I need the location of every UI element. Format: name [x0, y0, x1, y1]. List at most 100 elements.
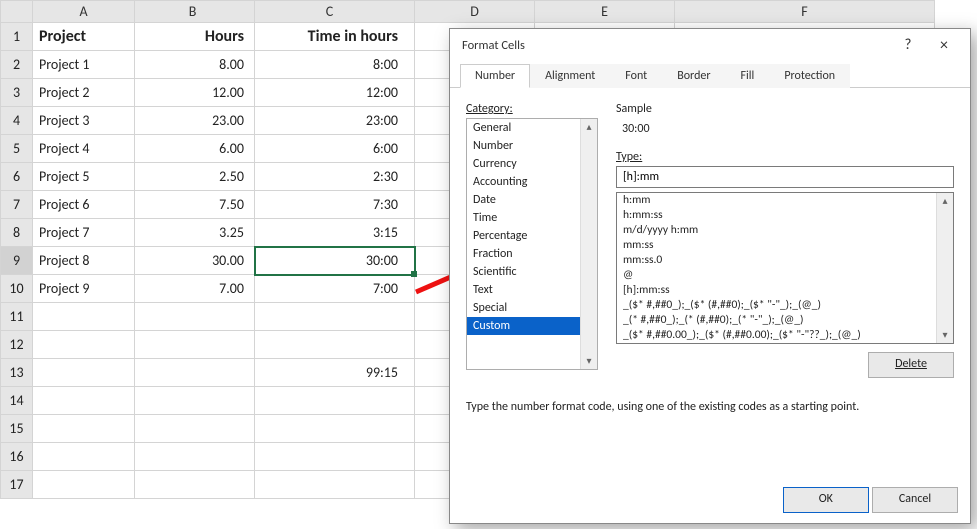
cell[interactable]: 2.50 [135, 163, 255, 191]
cell[interactable]: Project 9 [33, 275, 135, 303]
cell[interactable] [135, 331, 255, 359]
list-item[interactable]: Percentage [467, 227, 597, 245]
tab-alignment[interactable]: Alignment [530, 64, 610, 88]
cell[interactable]: 3.25 [135, 219, 255, 247]
row-header[interactable]: 7 [1, 191, 33, 219]
row-header[interactable]: 14 [1, 387, 33, 415]
row-header[interactable]: 1 [1, 23, 33, 51]
row-header[interactable]: 10 [1, 275, 33, 303]
cell[interactable]: Project 7 [33, 219, 135, 247]
help-icon[interactable]: ? [890, 36, 926, 54]
cell[interactable]: 8:00 [255, 51, 415, 79]
scrollbar[interactable] [936, 193, 953, 343]
cell[interactable]: 7.00 [135, 275, 255, 303]
cell[interactable]: Project 6 [33, 191, 135, 219]
cell[interactable]: 7:30 [255, 191, 415, 219]
list-item[interactable]: mm:ss [617, 238, 953, 253]
scrollbar[interactable] [580, 119, 597, 369]
cell[interactable]: 12:00 [255, 79, 415, 107]
cell[interactable] [255, 443, 415, 471]
col-header-a[interactable]: A [33, 1, 135, 23]
col-header-d[interactable]: D [415, 1, 535, 23]
cell[interactable] [33, 415, 135, 443]
list-item[interactable]: Number [467, 137, 597, 155]
cell[interactable]: 7:00 [255, 275, 415, 303]
tab-font[interactable]: Font [610, 64, 662, 88]
cell[interactable] [255, 387, 415, 415]
category-listbox[interactable]: General Number Currency Accounting Date … [466, 118, 598, 370]
row-header[interactable]: 12 [1, 331, 33, 359]
cell[interactable]: Project 3 [33, 107, 135, 135]
cell[interactable] [255, 471, 415, 499]
cell[interactable]: Hours [135, 23, 255, 51]
list-item[interactable]: _($* #,##0_);_($* (#,##0);_($* "-"_);_(@… [617, 298, 953, 313]
list-item[interactable]: Accounting [467, 173, 597, 191]
list-item[interactable]: mm:ss.0 [617, 253, 953, 268]
cell[interactable] [33, 303, 135, 331]
row-header[interactable]: 11 [1, 303, 33, 331]
list-item[interactable]: @ [617, 268, 953, 283]
cell[interactable]: 7.50 [135, 191, 255, 219]
col-header-c[interactable]: C [255, 1, 415, 23]
cell[interactable] [255, 415, 415, 443]
row-header[interactable]: 16 [1, 443, 33, 471]
active-cell[interactable]: 30:00 [255, 247, 415, 275]
cell[interactable]: 12.00 [135, 79, 255, 107]
cell[interactable]: 99:15 [255, 359, 415, 387]
close-icon[interactable]: × [926, 36, 962, 55]
cell[interactable] [135, 443, 255, 471]
cell[interactable]: 23:00 [255, 107, 415, 135]
list-item[interactable]: _($* #,##0.00_);_($* (#,##0.00);_($* "-"… [617, 328, 953, 343]
list-item[interactable]: Fraction [467, 245, 597, 263]
list-item[interactable]: h:mm [617, 193, 953, 208]
cell[interactable]: Project [33, 23, 135, 51]
col-header-f[interactable]: F [675, 1, 935, 23]
cell[interactable] [255, 331, 415, 359]
list-item[interactable]: h:mm:ss [617, 208, 953, 223]
cell[interactable]: 30.00 [135, 247, 255, 275]
list-item[interactable]: Special [467, 299, 597, 317]
row-header[interactable]: 8 [1, 219, 33, 247]
list-item[interactable]: _(* #,##0.00_);_(* (#,##0.00);_(* "-"??_… [617, 343, 953, 344]
cell[interactable]: 3:15 [255, 219, 415, 247]
delete-button[interactable]: Delete [868, 352, 954, 378]
cell[interactable] [135, 303, 255, 331]
list-item[interactable]: Date [467, 191, 597, 209]
cell[interactable] [135, 415, 255, 443]
row-header[interactable]: 9 [1, 247, 33, 275]
type-listbox[interactable]: h:mm h:mm:ss m/d/yyyy h:mm mm:ss mm:ss.0… [616, 192, 954, 344]
cell[interactable]: 2:30 [255, 163, 415, 191]
row-header[interactable]: 6 [1, 163, 33, 191]
cell[interactable]: 6.00 [135, 135, 255, 163]
row-header[interactable]: 13 [1, 359, 33, 387]
dialog-titlebar[interactable]: Format Cells ? × [450, 29, 970, 61]
cell[interactable] [135, 387, 255, 415]
cell[interactable]: Project 8 [33, 247, 135, 275]
row-header[interactable]: 17 [1, 471, 33, 499]
cell[interactable] [33, 387, 135, 415]
cell[interactable] [33, 443, 135, 471]
col-header-b[interactable]: B [135, 1, 255, 23]
row-header[interactable]: 5 [1, 135, 33, 163]
corner-cell[interactable] [1, 1, 33, 23]
cell[interactable]: Project 4 [33, 135, 135, 163]
cell[interactable] [33, 359, 135, 387]
tab-border[interactable]: Border [662, 64, 725, 88]
cell[interactable] [135, 359, 255, 387]
tab-protection[interactable]: Protection [769, 64, 850, 88]
cell[interactable] [33, 331, 135, 359]
row-header[interactable]: 2 [1, 51, 33, 79]
cell[interactable]: Project 1 [33, 51, 135, 79]
cell[interactable]: 6:00 [255, 135, 415, 163]
cancel-button[interactable]: Cancel [872, 487, 958, 513]
list-item[interactable]: Text [467, 281, 597, 299]
list-item[interactable]: [h]:mm:ss [617, 283, 953, 298]
tab-fill[interactable]: Fill [726, 64, 770, 88]
tab-number[interactable]: Number [460, 64, 530, 88]
list-item[interactable]: Time [467, 209, 597, 227]
list-item-selected[interactable]: Custom [467, 317, 597, 335]
list-item[interactable]: m/d/yyyy h:mm [617, 223, 953, 238]
row-header[interactable]: 15 [1, 415, 33, 443]
cell[interactable]: Project 2 [33, 79, 135, 107]
cell[interactable]: Time in hours [255, 23, 415, 51]
